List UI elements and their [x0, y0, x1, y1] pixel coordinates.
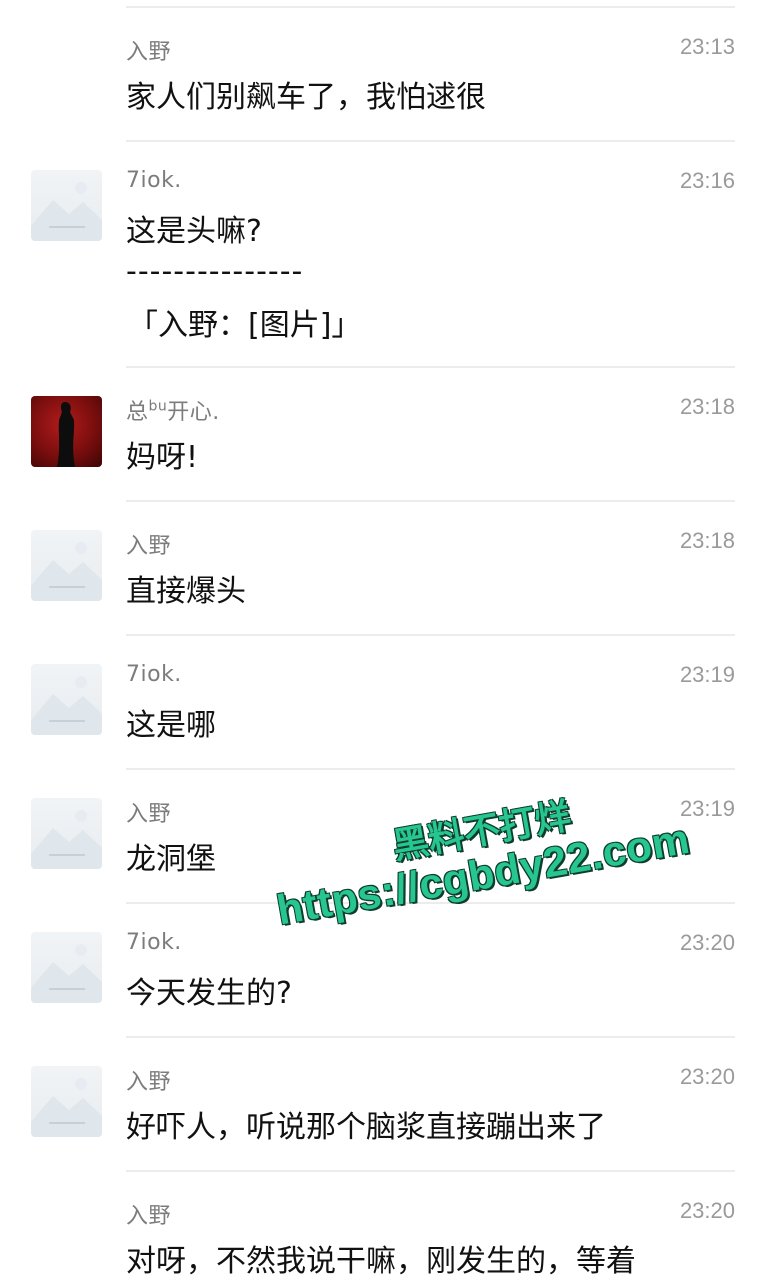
- quote-divider: ---------------: [126, 254, 304, 289]
- message-item[interactable]: 入野 23:13 家人们别飙车了，我怕逑很: [0, 0, 767, 140]
- message-item[interactable]: 7iok. 23:16 这是头嘛? --------------- 「入野：[图…: [0, 140, 767, 366]
- message-item[interactable]: 入野 23:18 直接爆头: [0, 500, 767, 634]
- divider: [126, 768, 735, 770]
- divider: [126, 366, 735, 368]
- message-text: 对呀，不然我说干嘛，刚发生的，等着: [126, 1244, 636, 1279]
- message-time: 23:19: [679, 796, 735, 821]
- message-text: 家人们别飙车了，我怕逑很: [126, 80, 486, 115]
- message-text: 直接爆头: [126, 574, 246, 609]
- divider: [126, 500, 735, 502]
- message-time: 23:20: [679, 1198, 735, 1223]
- avatar-placeholder-icon[interactable]: [31, 932, 102, 1003]
- quoted-reply[interactable]: 「入野：[图片]」: [128, 300, 361, 344]
- sender-name: 入野: [126, 802, 172, 827]
- divider: [126, 1170, 735, 1172]
- divider: [126, 140, 735, 142]
- sender-name: 总bu开心.: [126, 398, 220, 425]
- message-time: 23:18: [679, 528, 735, 553]
- avatar[interactable]: [31, 396, 102, 467]
- message-time: 23:18: [679, 394, 735, 419]
- divider: [126, 1036, 735, 1038]
- message-text: 好吓人，听说那个脑浆直接蹦出来了: [126, 1110, 606, 1145]
- avatar-placeholder-icon[interactable]: [31, 798, 102, 869]
- message-item[interactable]: 7iok. 23:19 这是哪: [0, 634, 767, 768]
- message-text: 这是头嘛?: [126, 214, 262, 249]
- message-time: 23:13: [679, 34, 735, 59]
- message-text: 妈呀!: [126, 440, 199, 475]
- divider: [126, 6, 735, 8]
- message-text: 这是哪: [126, 708, 216, 743]
- message-item[interactable]: 入野 23:20 好吓人，听说那个脑浆直接蹦出来了: [0, 1036, 767, 1170]
- sender-name: 7iok.: [126, 168, 182, 193]
- message-text: 龙洞堡: [126, 842, 216, 877]
- sender-name: 入野: [126, 534, 172, 559]
- avatar-placeholder-icon[interactable]: [31, 1066, 102, 1137]
- avatar-placeholder-icon[interactable]: [31, 664, 102, 735]
- sender-name: 入野: [126, 1070, 172, 1095]
- avatar-placeholder-icon[interactable]: [31, 530, 102, 601]
- message-item[interactable]: 入野 23:20 对呀，不然我说干嘛，刚发生的，等着: [0, 1170, 767, 1280]
- message-time: 23:19: [679, 662, 735, 687]
- sender-name: 入野: [126, 40, 172, 65]
- message-time: 23:20: [679, 1064, 735, 1089]
- sender-name: 7iok.: [126, 930, 182, 955]
- message-item[interactable]: 7iok. 23:20 今天发生的?: [0, 902, 767, 1036]
- sender-name: 7iok.: [126, 662, 182, 687]
- sender-name: 入野: [126, 1204, 172, 1229]
- message-time: 23:16: [679, 168, 735, 193]
- divider: [126, 634, 735, 636]
- message-time: 23:20: [679, 930, 735, 955]
- avatar-placeholder-icon[interactable]: [31, 170, 102, 241]
- message-item[interactable]: 总bu开心. 23:18 妈呀!: [0, 366, 767, 500]
- message-text: 今天发生的?: [126, 976, 292, 1011]
